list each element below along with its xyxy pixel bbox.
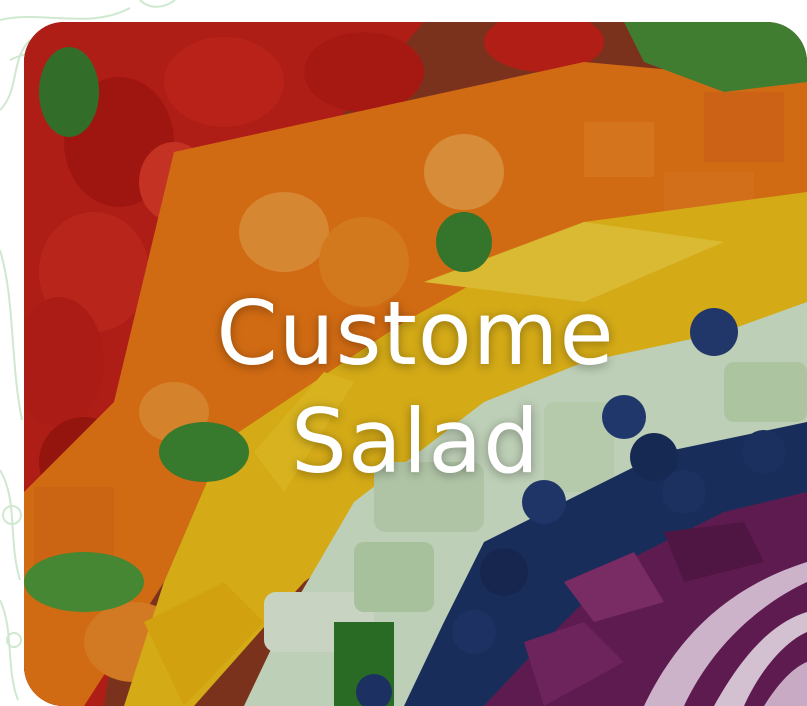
card-title: Custome Salad: [24, 280, 807, 496]
page: Custome Salad: [0, 0, 807, 706]
card-title-line-2: Salad: [290, 390, 541, 493]
custom-salad-card[interactable]: Custome Salad: [24, 22, 807, 706]
card-title-line-1: Custome: [216, 282, 615, 385]
